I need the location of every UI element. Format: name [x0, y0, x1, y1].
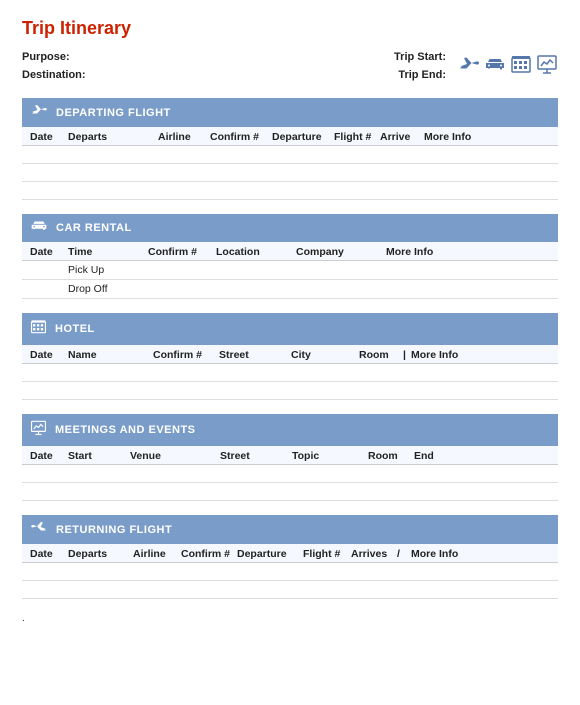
rf-col-flight: Flight #	[303, 548, 351, 560]
df-col-arrive: Arrive	[380, 131, 424, 143]
h-col-street: Street	[219, 349, 291, 361]
h-row-1	[22, 364, 558, 382]
top-icons	[458, 54, 558, 79]
h-col-room: Room	[359, 349, 403, 361]
rf-col-date: Date	[30, 548, 68, 560]
meetings-section: MEETINGS AND EVENTS Date Start Venue Str…	[22, 414, 558, 501]
returning-plane-icon	[30, 520, 48, 539]
car-rental-header: CAR RENTAL	[22, 214, 558, 242]
m-col-end: End	[414, 450, 550, 462]
purpose-destination: Purpose: Destination:	[22, 49, 86, 84]
rf-col-slash: /	[397, 548, 411, 560]
car-rental-section: CAR RENTAL Date Time Confirm # Location …	[22, 214, 558, 299]
purpose-label: Purpose:	[22, 51, 70, 63]
plane-icon	[458, 55, 480, 78]
departing-flight-title: DEPARTING FLIGHT	[56, 107, 171, 119]
rf-col-moreinfo: More Info	[411, 548, 550, 560]
cr-pickup-date	[30, 264, 68, 276]
m-col-room: Room	[368, 450, 414, 462]
departing-flight-col-headers: Date Departs Airline Confirm # Departure…	[22, 127, 558, 146]
hotel-sec-icon	[30, 318, 47, 340]
m-col-street: Street	[220, 450, 292, 462]
trip-dates: Trip Start: Trip End:	[394, 49, 446, 84]
departing-plane-icon	[30, 103, 48, 122]
h-col-date: Date	[30, 349, 68, 361]
cr-pickup-label: Pick Up	[68, 264, 148, 276]
h-col-pipe: |	[403, 349, 411, 361]
df-row-3	[22, 182, 558, 200]
h-col-moreinfo: More Info	[411, 349, 550, 361]
hotel-section: HOTEL Date Name Confirm # Street City Ro…	[22, 313, 558, 400]
cr-dropoff-date	[30, 283, 68, 295]
h-col-name: Name	[68, 349, 153, 361]
car-icon	[484, 56, 506, 77]
m-row-2	[22, 483, 558, 501]
footer-dot: .	[22, 613, 558, 624]
hotel-title: HOTEL	[55, 323, 95, 335]
cr-row-dropoff: Drop Off	[22, 280, 558, 299]
df-row-1	[22, 146, 558, 164]
df-col-moreinfo: More Info	[424, 131, 550, 143]
cr-col-moreinfo: More Info	[386, 246, 550, 258]
rf-col-departure: Departure	[237, 548, 303, 560]
returning-flight-title: RETURNING FLIGHT	[56, 524, 172, 536]
hotel-header: HOTEL	[22, 313, 558, 345]
car-rental-col-headers: Date Time Confirm # Location Company Mor…	[22, 242, 558, 261]
departing-flight-section: DEPARTING FLIGHT Date Departs Airline Co…	[22, 98, 558, 200]
df-col-departs: Departs	[68, 131, 158, 143]
df-col-departure: Departure	[272, 131, 334, 143]
hotel-col-headers: Date Name Confirm # Street City Room | M…	[22, 345, 558, 364]
returning-flight-col-headers: Date Departs Airline Confirm # Departure…	[22, 544, 558, 563]
cr-row-pickup: Pick Up	[22, 261, 558, 280]
m-col-date: Date	[30, 450, 68, 462]
meetings-col-headers: Date Start Venue Street Topic Room End	[22, 446, 558, 465]
cr-col-time: Time	[68, 246, 148, 258]
df-row-2	[22, 164, 558, 182]
car-rental-title: CAR RENTAL	[56, 222, 132, 234]
m-col-venue: Venue	[130, 450, 220, 462]
page-title: Trip Itinerary	[22, 18, 558, 39]
h-col-confirm: Confirm #	[153, 349, 219, 361]
departing-flight-header: DEPARTING FLIGHT	[22, 98, 558, 127]
rf-col-confirm: Confirm #	[181, 548, 237, 560]
m-col-start: Start	[68, 450, 130, 462]
cr-dropoff-label: Drop Off	[68, 283, 148, 295]
trip-end-label: Trip End:	[398, 69, 446, 81]
rf-row-2	[22, 581, 558, 599]
cr-col-date: Date	[30, 246, 68, 258]
df-col-flight: Flight #	[334, 131, 380, 143]
trip-dates-icons: Trip Start: Trip End:	[394, 49, 558, 84]
df-col-confirm: Confirm #	[210, 131, 272, 143]
h-row-2	[22, 382, 558, 400]
chart-icon	[536, 54, 558, 79]
hotel-icon	[510, 54, 532, 79]
cr-col-location: Location	[216, 246, 296, 258]
returning-flight-section: RETURNING FLIGHT Date Departs Airline Co…	[22, 515, 558, 599]
cr-col-confirm: Confirm #	[148, 246, 216, 258]
rf-row-1	[22, 563, 558, 581]
top-info: Purpose: Destination: Trip Start: Trip E…	[22, 49, 558, 84]
h-col-city: City	[291, 349, 359, 361]
returning-flight-header: RETURNING FLIGHT	[22, 515, 558, 544]
m-row-1	[22, 465, 558, 483]
meetings-title: MEETINGS AND EVENTS	[55, 424, 196, 436]
meetings-header: MEETINGS AND EVENTS	[22, 414, 558, 446]
rf-col-departs: Departs	[68, 548, 133, 560]
cr-col-company: Company	[296, 246, 386, 258]
destination-label: Destination:	[22, 69, 86, 81]
rf-col-airline: Airline	[133, 548, 181, 560]
trip-start-label: Trip Start:	[394, 51, 446, 63]
car-rental-icon	[30, 219, 48, 237]
m-col-topic: Topic	[292, 450, 368, 462]
meetings-icon	[30, 419, 47, 441]
df-col-airline: Airline	[158, 131, 210, 143]
rf-col-arrives: Arrives	[351, 548, 397, 560]
df-col-date: Date	[30, 131, 68, 143]
